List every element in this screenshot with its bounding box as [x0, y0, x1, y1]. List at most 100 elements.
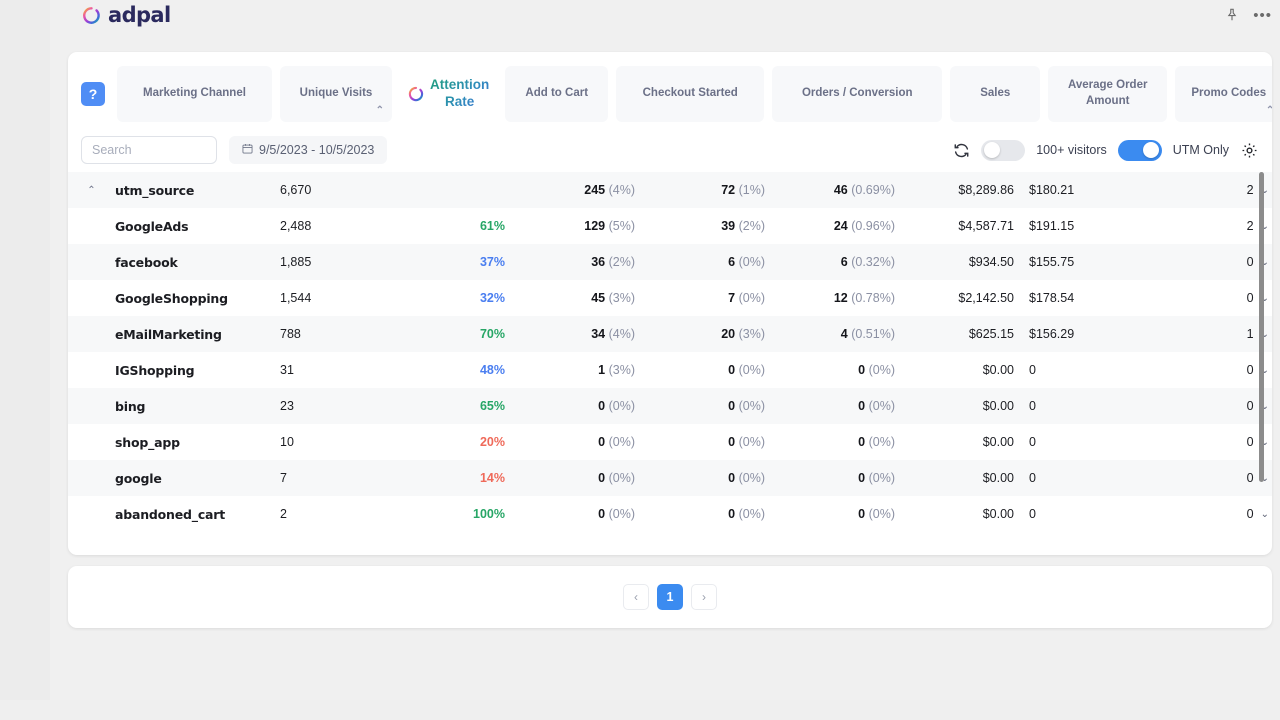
column-header-average-order-amount[interactable]: Average Order Amount: [1048, 66, 1168, 122]
row-unique-visits: 7: [280, 471, 287, 485]
visitors-threshold-toggle[interactable]: [981, 139, 1026, 161]
row-promo-codes[interactable]: 0 ⌄: [1142, 399, 1272, 413]
pagination-prev-button[interactable]: ‹: [623, 584, 649, 610]
row-average-order-amount: $155.75: [1029, 255, 1075, 269]
row-channel-name: GoogleShopping: [115, 290, 228, 306]
row-checkout-started: 72 (1%): [721, 183, 765, 197]
column-label: Promo Codes: [1191, 87, 1267, 100]
column-label-line1: Attention: [430, 77, 490, 93]
row-average-order-amount: $178.54: [1029, 291, 1075, 305]
column-header-sales[interactable]: Sales: [950, 66, 1041, 122]
row-promo-codes[interactable]: 0 ⌄: [1142, 507, 1272, 521]
more-options-icon[interactable]: •••: [1253, 8, 1272, 23]
table-row[interactable]: GoogleAds 2,488 61% 129 (5%) 39 (2%) 24 (0.96…: [68, 208, 1272, 244]
row-orders-conversion: 0 (0%): [858, 399, 895, 413]
table-row[interactable]: IGShopping 31 48% 1 (3%) 0 (0%) 0 (0%) $0.00 0 0…: [68, 352, 1272, 388]
utm-only-toggle[interactable]: [1117, 139, 1162, 161]
row-average-order-amount: 0: [1029, 435, 1036, 449]
row-checkout-started: 0 (0%): [728, 471, 765, 485]
gear-icon[interactable]: [1240, 141, 1258, 159]
table-row[interactable]: shop_app 10 20% 0 (0%) 0 (0%) 0 (0%) $0.00 0 0 ⌄: [68, 424, 1272, 460]
row-promo-codes[interactable]: 0 ⌄: [1142, 363, 1272, 377]
column-label-line1: Average Order: [1067, 79, 1148, 92]
row-sales: $625.15: [968, 327, 1014, 341]
row-promo-codes[interactable]: 2 ⌄: [1142, 183, 1272, 197]
pagination-page-1[interactable]: 1: [657, 584, 683, 610]
table-row[interactable]: abandoned_cart 2 100% 0 (0%) 0 (0%) 0 (0%) $0.…: [68, 496, 1272, 532]
table-group-row[interactable]: ⌃ utm_source 6,670 245 (4%) 72 (1%) 46 (0.69%…: [68, 172, 1272, 208]
row-attention-rate: 65%: [479, 399, 505, 413]
visitors-threshold-label: 100+ visitors: [1036, 143, 1107, 157]
table-row[interactable]: eMailMarketing 788 70% 34 (4%) 20 (3%) 4 (0.5…: [68, 316, 1272, 352]
help-button[interactable]: ?: [81, 82, 105, 106]
row-promo-codes[interactable]: 2 ⌄: [1142, 219, 1272, 233]
date-range-picker[interactable]: 9/5/2023 - 10/5/2023: [229, 136, 388, 164]
row-orders-conversion: 4 (0.51%): [840, 327, 895, 341]
table-scrollbar-thumb[interactable]: [1259, 172, 1264, 482]
column-label: Sales: [980, 87, 1011, 100]
row-orders-conversion: 0 (0%): [858, 435, 895, 449]
row-promo-codes[interactable]: 0 ⌄: [1142, 435, 1272, 449]
table-scrollbar-track[interactable]: [1259, 172, 1268, 517]
row-unique-visits: 31: [280, 363, 294, 377]
row-add-to-cart: 245 (4%): [584, 183, 635, 197]
row-attention-rate: 100%: [473, 507, 505, 521]
brand-logo[interactable]: adpal: [82, 3, 171, 27]
table-row[interactable]: google 7 14% 0 (0%) 0 (0%) 0 (0%) $0.00 0 0 ⌄: [68, 460, 1272, 496]
metrics-card: ? Marketing Channel Unique Visits ⌃ Atte…: [68, 52, 1272, 555]
column-header-add-to-cart[interactable]: Add to Cart: [505, 66, 609, 122]
row-promo-codes[interactable]: 1 ⌄: [1142, 327, 1272, 341]
column-header-promo-codes[interactable]: Promo Codes ⌃: [1175, 66, 1272, 122]
row-channel-name: IGShopping: [115, 362, 195, 378]
row-attention-rate: 48%: [479, 363, 505, 377]
column-header-checkout-started[interactable]: Checkout Started: [616, 66, 765, 122]
row-unique-visits: 2: [280, 507, 287, 521]
row-average-order-amount: 0: [1029, 399, 1036, 413]
column-label-line2: Amount: [1086, 95, 1130, 107]
sort-caret-icon[interactable]: ⌃: [1266, 106, 1272, 116]
column-header-attention-rate[interactable]: Attention Rate: [400, 66, 497, 122]
table-row[interactable]: bing 23 65% 0 (0%) 0 (0%) 0 (0%) $0.00 0 0 ⌄: [68, 388, 1272, 424]
table-row[interactable]: GoogleShopping 1,544 32% 45 (3%) 7 (0%) 12 (0…: [68, 280, 1272, 316]
row-attention-rate: 70%: [479, 327, 505, 341]
row-average-order-amount: 0: [1029, 507, 1036, 521]
row-channel-name: bing: [115, 398, 146, 414]
row-channel-name: abandoned_cart: [115, 506, 226, 522]
row-promo-codes[interactable]: 0 ⌄: [1142, 291, 1272, 305]
row-orders-conversion: 6 (0.32%): [840, 255, 895, 269]
sort-caret-icon[interactable]: ⌃: [376, 106, 384, 116]
row-attention-rate: 20%: [479, 435, 505, 449]
toolbar-right-controls: 100+ visitors UTM Only: [952, 139, 1258, 161]
column-label: Unique Visits: [299, 87, 373, 100]
row-orders-conversion: 0 (0%): [858, 507, 895, 521]
row-unique-visits: 2,488: [280, 219, 312, 233]
row-add-to-cart: 0 (0%): [598, 399, 635, 413]
row-checkout-started: 0 (0%): [728, 363, 765, 377]
row-sales: $0.00: [982, 435, 1014, 449]
row-unique-visits: 1,544: [280, 291, 312, 305]
table-row[interactable]: facebook 1,885 37% 36 (2%) 6 (0%) 6 (0.32%) $9…: [68, 244, 1272, 280]
expand-collapse-caret-icon[interactable]: ⌃: [68, 185, 115, 196]
refresh-icon[interactable]: [952, 141, 970, 159]
row-average-order-amount: $191.15: [1029, 219, 1075, 233]
row-add-to-cart: 1 (3%): [598, 363, 635, 377]
search-input[interactable]: [81, 136, 217, 164]
column-header-orders-conversion[interactable]: Orders / Conversion: [772, 66, 943, 122]
column-header-marketing-channel[interactable]: Marketing Channel: [117, 66, 272, 122]
row-unique-visits: 1,885: [280, 255, 312, 269]
row-channel-name: facebook: [115, 254, 178, 270]
row-add-to-cart: 129 (5%): [584, 219, 635, 233]
toggle-knob: [1142, 142, 1159, 158]
pin-icon[interactable]: [1223, 6, 1241, 24]
data-table: ⌃ utm_source 6,670 245 (4%) 72 (1%) 46 (0.69%…: [68, 172, 1272, 532]
row-promo-codes[interactable]: 0 ⌄: [1142, 471, 1272, 485]
row-attention-rate: 32%: [479, 291, 505, 305]
row-sales: $0.00: [982, 363, 1014, 377]
pagination-next-button[interactable]: ›: [691, 584, 717, 610]
row-promo-codes[interactable]: 0 ⌄: [1142, 255, 1272, 269]
column-header-unique-visits[interactable]: Unique Visits ⌃: [280, 66, 392, 122]
app-root: adpal ••• ? Marketing Channel Unique Vis…: [0, 0, 1280, 720]
row-channel-name: shop_app: [115, 434, 180, 450]
row-attention-rate: 37%: [479, 255, 505, 269]
row-orders-conversion: 0 (0%): [858, 363, 895, 377]
